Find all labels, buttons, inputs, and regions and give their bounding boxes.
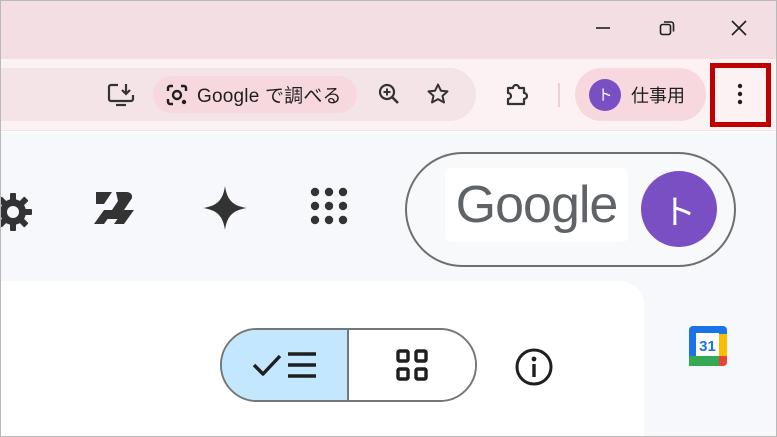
settings-button[interactable] — [1, 186, 39, 238]
account-avatar: ト — [641, 171, 717, 247]
info-button[interactable] — [513, 346, 555, 388]
view-toggle — [220, 328, 477, 402]
gemini-button[interactable] — [199, 180, 251, 236]
google-lens-chip[interactable]: Google で調べる — [153, 76, 357, 113]
google-lens-icon — [166, 84, 188, 105]
avatar: ト — [589, 78, 621, 111]
zoom-in-icon — [378, 83, 399, 104]
page-content: Google ト 31 — [1, 132, 776, 436]
profile-name: 仕事用 — [631, 85, 685, 106]
extensions-button[interactable] — [501, 78, 533, 110]
close-button[interactable] — [721, 11, 757, 45]
toolbar-divider — [558, 83, 560, 107]
main-card — [1, 281, 644, 436]
google-account-button[interactable]: Google ト — [405, 152, 736, 267]
grid-view-icon — [396, 349, 428, 381]
apps-button[interactable] — [307, 184, 351, 228]
title-bar — [1, 1, 776, 59]
browser-window: Google で調べる ト 仕事用 Google ト 31 — [0, 0, 777, 437]
close-icon — [731, 20, 747, 36]
google-logo-text: Google — [455, 176, 619, 234]
minimize-icon — [596, 27, 610, 29]
google-calendar-button[interactable]: 31 — [687, 324, 729, 368]
google-lens-label: Google で調べる — [197, 86, 342, 107]
apps-grid-icon — [310, 187, 348, 225]
google-calendar-icon: 31 — [689, 326, 727, 366]
install-app-button[interactable] — [105, 81, 137, 109]
star-icon — [427, 83, 449, 104]
minimize-button[interactable] — [585, 11, 621, 45]
restore-button[interactable] — [649, 11, 685, 45]
grid-view-button[interactable] — [349, 330, 475, 400]
gemini-workspace-button[interactable] — [87, 183, 143, 233]
profile-button[interactable]: ト 仕事用 — [575, 68, 706, 121]
puzzle-icon — [506, 83, 529, 106]
google-logo: Google — [445, 168, 628, 242]
info-icon — [515, 348, 553, 386]
browser-toolbar: Google で調べる ト 仕事用 — [1, 59, 776, 131]
restore-icon — [659, 21, 675, 36]
zoom-button[interactable] — [374, 79, 404, 109]
bookmark-button[interactable] — [423, 79, 453, 109]
settings-icon — [1, 193, 32, 231]
calendar-day: 31 — [699, 338, 716, 355]
checked-list-icon — [252, 352, 316, 378]
menu-highlight-box — [710, 63, 771, 127]
install-app-icon — [107, 83, 135, 107]
list-view-button[interactable] — [222, 330, 349, 400]
gemini-workspace-icon — [94, 192, 134, 224]
gemini-sparkle-icon — [203, 186, 247, 230]
